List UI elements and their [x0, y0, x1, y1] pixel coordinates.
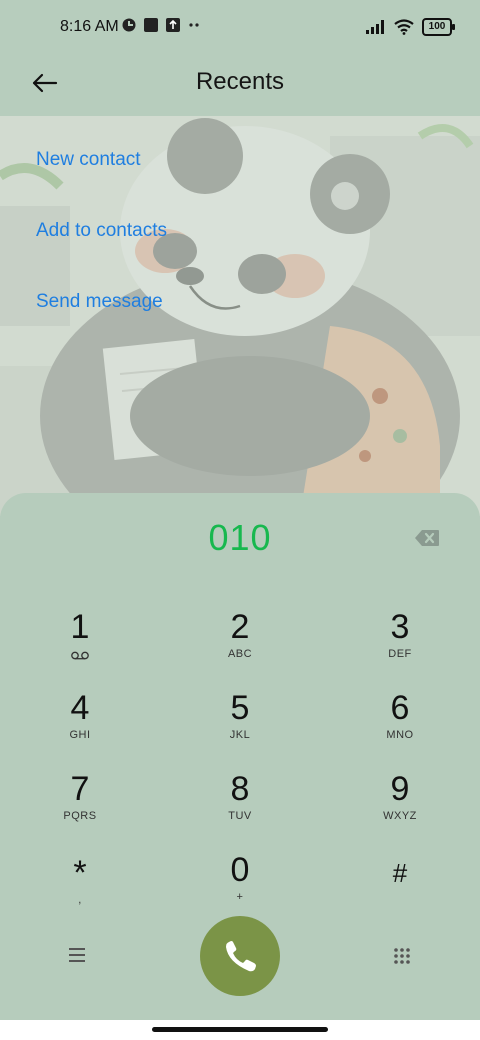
dial-key-4[interactable]: 4 GHI [20, 688, 140, 758]
key-digit: 3 [390, 608, 410, 646]
key-digit: 1 [70, 608, 90, 646]
home-gesture-handle[interactable] [152, 1027, 328, 1032]
key-letters: MNO [386, 729, 414, 741]
key-digit: 2 [230, 608, 250, 646]
key-letters: + [236, 891, 244, 903]
status-bar: 8:16 AM 100 [0, 0, 480, 56]
dial-key-1[interactable]: 1 [20, 607, 140, 677]
dial-key-3[interactable]: 3 DEF [340, 607, 460, 677]
key-digit: 9 [390, 770, 410, 808]
key-digit: 4 [70, 689, 90, 727]
system-nav-bar [0, 1020, 480, 1040]
dial-key-hash[interactable]: # [340, 853, 460, 923]
wallpaper-panda-image [0, 116, 480, 516]
dial-key-8[interactable]: 8 TUV [180, 769, 300, 839]
key-letters: DEF [388, 648, 412, 660]
dial-key-9[interactable]: 9 WXYZ [340, 769, 460, 839]
call-button[interactable] [200, 916, 280, 996]
status-time: 8:16 AM [60, 18, 119, 35]
key-letters: ABC [227, 648, 253, 660]
key-digit: * [73, 854, 87, 892]
page-title: Recents [195, 68, 285, 95]
dialpad-icon[interactable] [392, 946, 412, 966]
dial-key-0[interactable]: 0 + [180, 850, 300, 920]
backspace-icon[interactable] [414, 529, 440, 547]
signal-icon [366, 20, 384, 34]
notification-icons [122, 18, 202, 32]
dialed-number: 010 [208, 517, 272, 558]
key-digit: # [392, 858, 408, 888]
status-right: 100 [366, 18, 455, 36]
new-contact-link[interactable]: New contact [36, 149, 141, 171]
key-digit: 7 [70, 770, 90, 808]
key-letters: PQRS [63, 810, 97, 822]
dial-key-star[interactable]: * , [20, 853, 140, 923]
add-to-contacts-link[interactable]: Add to contacts [36, 220, 167, 242]
dial-key-5[interactable]: 5 JKL [180, 688, 300, 758]
key-letters: , [78, 894, 82, 906]
key-letters: GHI [69, 729, 91, 741]
app-header: Recents [0, 56, 480, 116]
key-digit: 5 [230, 689, 250, 727]
key-letters: WXYZ [383, 810, 417, 822]
dial-key-2[interactable]: 2 ABC [180, 607, 300, 677]
menu-icon[interactable] [66, 946, 88, 964]
battery-icon: 100 [422, 18, 455, 36]
key-digit: 6 [390, 689, 410, 727]
app-notification-icon [122, 18, 136, 32]
key-letters: JKL [229, 729, 251, 741]
more-notifications-icon [189, 23, 199, 27]
key-letters: TUV [228, 810, 252, 822]
dial-key-7[interactable]: 7 PQRS [20, 769, 140, 839]
phone-icon [226, 941, 256, 972]
send-message-link[interactable]: Send message [36, 291, 163, 313]
square-notification-icon [144, 18, 158, 32]
wifi-icon [394, 19, 414, 35]
key-digit: 0 [230, 851, 250, 889]
key-digit: 8 [230, 770, 250, 808]
upload-notification-icon [166, 18, 180, 32]
voicemail-icon [71, 651, 89, 660]
dial-key-6[interactable]: 6 MNO [340, 688, 460, 758]
dialer-pad: 010 1 2 ABC 3 DEF 4 GHI 5 JKL 6 MNO 7 PQ… [0, 493, 480, 1020]
